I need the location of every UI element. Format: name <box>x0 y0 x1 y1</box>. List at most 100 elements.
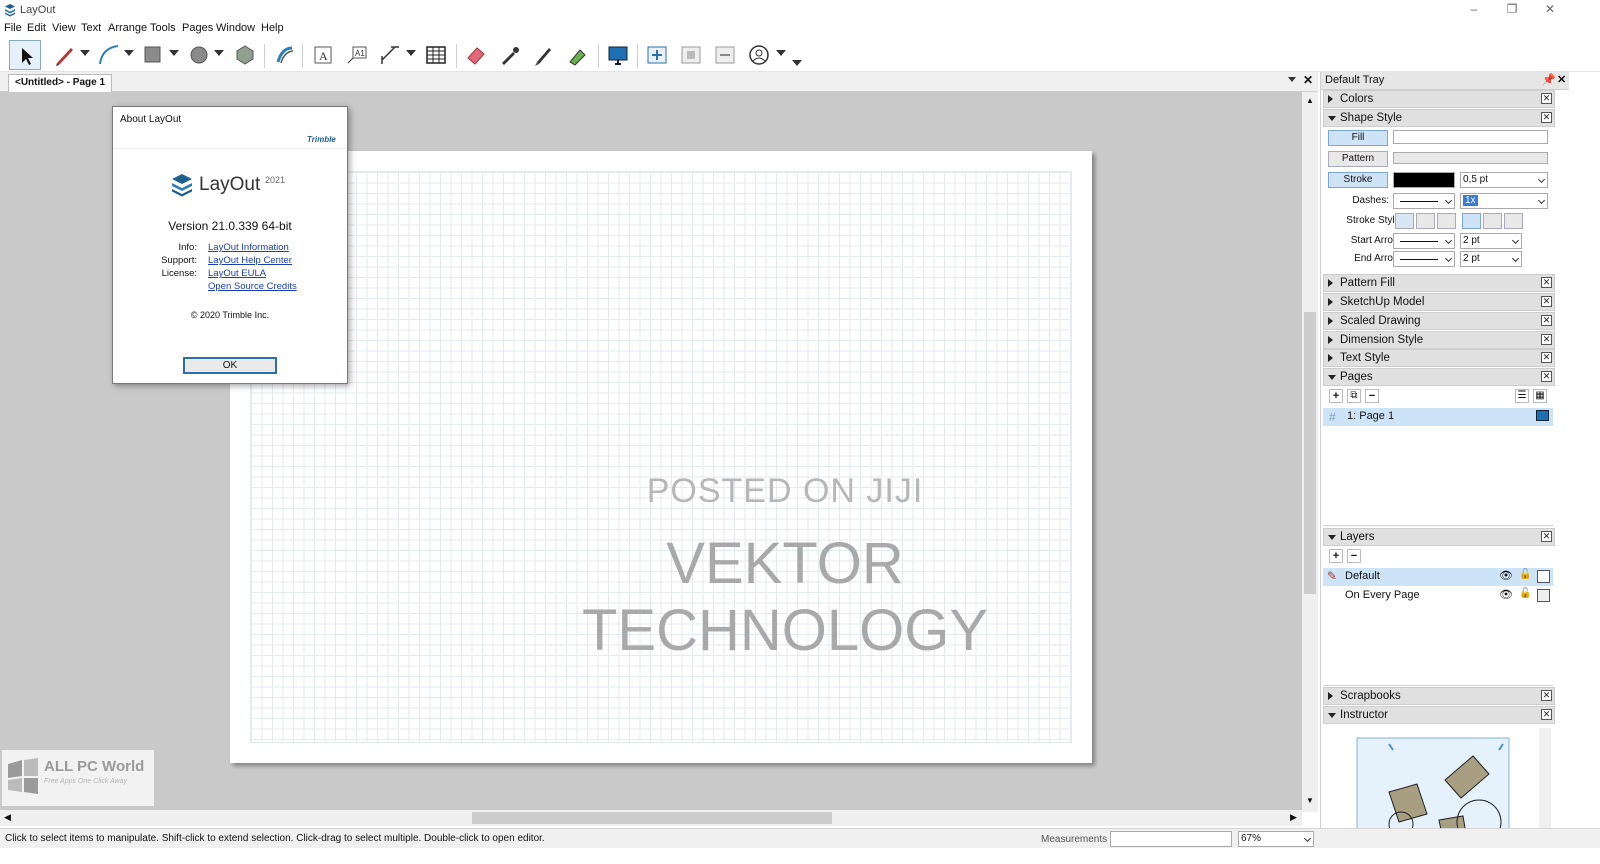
close-panel-icon[interactable]: ✕ <box>1541 112 1552 123</box>
add-layer-icon[interactable]: + <box>1329 549 1343 563</box>
delete-page-button[interactable] <box>712 42 738 68</box>
ok-button[interactable]: OK <box>183 357 277 374</box>
close-panel-icon[interactable]: ✕ <box>1541 315 1552 326</box>
fill-toggle[interactable]: Fill <box>1328 130 1388 146</box>
close-panel-icon[interactable]: ✕ <box>1541 690 1552 701</box>
account-button[interactable] <box>746 42 772 68</box>
delete-layer-icon[interactable]: − <box>1347 549 1361 563</box>
document-tab[interactable]: <Untitled> - Page 1 <box>8 74 113 92</box>
page-list-item[interactable]: # 1: Page 1 <box>1323 408 1553 426</box>
menu-text[interactable]: Text <box>81 22 101 34</box>
table-tool-button[interactable] <box>423 42 449 68</box>
eraser-tool-button[interactable] <box>463 42 489 68</box>
zoom-select[interactable]: 67% <box>1238 831 1314 847</box>
minimize-button[interactable]: – <box>1456 0 1492 20</box>
monitor-icon[interactable] <box>1536 410 1549 421</box>
close-panel-icon[interactable]: ✕ <box>1541 277 1552 288</box>
fill-color-swatch[interactable] <box>1393 130 1548 144</box>
split-tool-button[interactable] <box>531 42 557 68</box>
shape-style-panel-header[interactable]: Shape Style ✕ <box>1323 109 1555 127</box>
add-page-button[interactable] <box>644 42 670 68</box>
cap-style-square-button[interactable] <box>1437 213 1456 229</box>
menu-file[interactable]: File <box>4 22 22 34</box>
stroke-width-select[interactable]: 0,5 pt <box>1460 172 1548 188</box>
sketchup-model-panel-header[interactable]: SketchUp Model ✕ <box>1323 293 1555 311</box>
close-panel-icon[interactable]: ✕ <box>1541 709 1552 720</box>
dimension-tool-button[interactable] <box>377 42 403 68</box>
unlock-icon[interactable]: 🔓 <box>1519 588 1531 599</box>
join-style-miter-button[interactable] <box>1462 213 1481 229</box>
end-arrow-size-select[interactable]: 2 pt <box>1460 251 1522 267</box>
style-tool-button[interactable] <box>497 42 523 68</box>
shared-layer-icon[interactable] <box>1537 570 1550 583</box>
menu-view[interactable]: View <box>52 22 76 34</box>
scroll-right-icon[interactable]: ▶ <box>1290 812 1297 823</box>
rectangle-tool-button[interactable] <box>140 42 166 68</box>
duplicate-page-button[interactable] <box>678 42 704 68</box>
circle-tool-dropdown[interactable] <box>214 50 224 56</box>
layer-list-item[interactable]: On Every Page 👁 🔓 <box>1323 587 1553 605</box>
close-panel-icon[interactable]: ✕ <box>1541 93 1552 104</box>
close-button[interactable]: ✕ <box>1532 0 1568 20</box>
start-arrow-select[interactable] <box>1393 233 1455 249</box>
measurements-input[interactable] <box>1110 831 1232 847</box>
menu-window[interactable]: Window <box>216 22 255 34</box>
colors-panel-header[interactable]: Colors ✕ <box>1323 90 1555 108</box>
close-panel-icon[interactable]: ✕ <box>1541 531 1552 542</box>
scroll-left-icon[interactable]: ◀ <box>4 812 11 823</box>
polygon-tool-button[interactable] <box>232 42 258 68</box>
pattern-swatch[interactable] <box>1393 152 1548 164</box>
open-source-credits-link[interactable]: Open Source Credits <box>208 281 297 292</box>
select-tool-button[interactable] <box>9 40 41 70</box>
close-panel-icon[interactable]: ✕ <box>1541 352 1552 363</box>
pin-icon[interactable]: 📌 <box>1542 73 1556 86</box>
join-style-bevel-button[interactable] <box>1504 213 1523 229</box>
arc-tool-dropdown[interactable] <box>124 50 134 56</box>
restore-button[interactable]: ❐ <box>1494 0 1530 20</box>
circle-tool-button[interactable] <box>186 42 212 68</box>
dimension-style-panel-header[interactable]: Dimension Style ✕ <box>1323 331 1555 349</box>
stroke-color-swatch[interactable] <box>1393 172 1455 188</box>
delete-page-icon[interactable]: − <box>1365 389 1379 403</box>
duplicate-page-icon[interactable]: ⧉ <box>1347 389 1361 403</box>
arc-tool-button[interactable] <box>96 42 122 68</box>
menu-tools[interactable]: Tools <box>150 22 176 34</box>
dashes-select[interactable] <box>1393 193 1455 209</box>
help-center-link[interactable]: LayOut Help Center <box>208 255 292 266</box>
close-panel-icon[interactable]: ✕ <box>1541 296 1552 307</box>
line-tool-dropdown[interactable] <box>80 50 90 56</box>
scroll-down-icon[interactable]: ▼ <box>1306 796 1314 805</box>
vertical-scroll-thumb[interactable] <box>1304 312 1316 594</box>
line-tool-button[interactable] <box>52 42 78 68</box>
pattern-fill-panel-header[interactable]: Pattern Fill ✕ <box>1323 274 1555 292</box>
menu-arrange[interactable]: Arrange <box>108 22 147 34</box>
rectangle-tool-dropdown[interactable] <box>169 50 179 56</box>
join-style-round-button[interactable] <box>1483 213 1502 229</box>
thumbnail-view-icon[interactable]: ▦ <box>1533 389 1547 403</box>
scrapbooks-panel-header[interactable]: Scrapbooks ✕ <box>1323 687 1555 705</box>
close-document-icon[interactable]: ✕ <box>1303 73 1313 87</box>
account-dropdown[interactable] <box>776 50 786 56</box>
scroll-up-icon[interactable]: ▲ <box>1306 96 1314 105</box>
menu-help[interactable]: Help <box>261 22 284 34</box>
cap-style-butt-button[interactable] <box>1395 213 1414 229</box>
eye-icon[interactable]: 👁 <box>1499 569 1513 582</box>
dimension-tool-dropdown[interactable] <box>406 50 416 56</box>
cap-style-round-button[interactable] <box>1416 213 1435 229</box>
horizontal-scroll-thumb[interactable] <box>472 812 832 824</box>
scaled-drawing-panel-header[interactable]: Scaled Drawing ✕ <box>1323 312 1555 330</box>
offset-tool-button[interactable] <box>272 42 298 68</box>
eula-link[interactable]: LayOut EULA <box>208 268 266 279</box>
dash-scale-select[interactable]: 1x <box>1460 193 1548 209</box>
eye-icon[interactable]: 👁 <box>1499 588 1513 601</box>
start-arrow-size-select[interactable]: 2 pt <box>1460 233 1522 249</box>
layer-list-item[interactable]: ✎ Default 👁 🔓 <box>1323 568 1553 586</box>
pages-panel-header[interactable]: Pages ✕ <box>1323 368 1555 386</box>
pattern-toggle[interactable]: Pattern <box>1328 151 1388 167</box>
stroke-toggle[interactable]: Stroke <box>1328 172 1388 188</box>
close-tray-icon[interactable]: ✕ <box>1557 73 1566 86</box>
end-arrow-select[interactable] <box>1393 251 1455 267</box>
join-tool-button[interactable] <box>565 42 591 68</box>
list-view-icon[interactable]: ☰ <box>1515 389 1529 403</box>
unlock-icon[interactable]: 🔓 <box>1519 569 1531 580</box>
